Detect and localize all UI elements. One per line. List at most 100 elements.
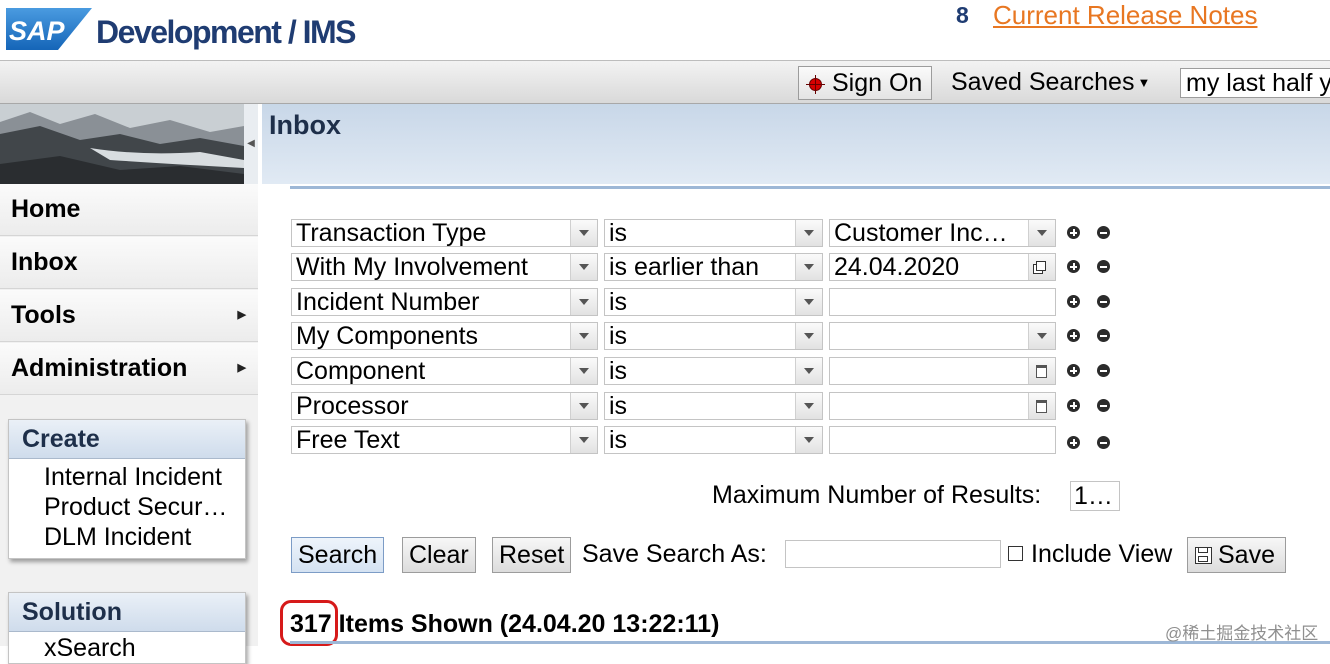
nav-item-home[interactable]: Home <box>0 184 258 236</box>
max-results-label: Maximum Number of Results: <box>712 481 1042 509</box>
criteria-operator-select[interactable]: is <box>604 219 823 247</box>
nav-item-label: Administration <box>11 354 188 382</box>
chevron-down-icon[interactable] <box>795 289 822 315</box>
chevron-down-icon[interactable] <box>570 289 597 315</box>
field-value: Transaction Type <box>296 219 487 247</box>
chevron-down-icon[interactable] <box>570 220 597 246</box>
incident-number-input[interactable] <box>829 288 1056 316</box>
criteria-value-select[interactable]: Customer Inc… <box>829 219 1056 247</box>
criteria-field-select[interactable]: With My Involvement <box>291 253 598 281</box>
add-row-icon[interactable] <box>1067 329 1080 342</box>
date-input[interactable]: 24.04.2020 <box>829 253 1056 281</box>
chevron-down-icon[interactable] <box>570 323 597 349</box>
clear-button[interactable]: Clear <box>402 537 476 573</box>
criteria-operator-select[interactable]: is <box>604 392 823 420</box>
free-text-input[interactable] <box>829 426 1056 454</box>
value-help-icon[interactable] <box>1028 393 1055 419</box>
processor-picker-input[interactable] <box>829 392 1056 420</box>
include-view-checkbox[interactable] <box>1008 546 1023 561</box>
nav-item-inbox[interactable]: Inbox <box>0 237 258 289</box>
chevron-down-icon[interactable] <box>795 393 822 419</box>
criteria-operator-select[interactable]: is <box>604 357 823 385</box>
reset-button[interactable]: Reset <box>492 537 572 573</box>
remove-row-icon[interactable] <box>1097 329 1110 342</box>
criteria-field-select[interactable]: Transaction Type <box>291 219 598 247</box>
divider <box>290 186 1330 189</box>
field-value: Free Text <box>296 426 400 454</box>
nav-item-label: Home <box>11 195 81 223</box>
add-row-icon[interactable] <box>1067 399 1080 412</box>
chevron-down-icon[interactable] <box>570 393 597 419</box>
release-notes-link[interactable]: Current Release Notes <box>993 0 1257 31</box>
save-button[interactable]: Save <box>1187 537 1286 573</box>
criteria-value: Customer Inc… <box>834 219 1008 247</box>
chevron-down-icon[interactable] <box>570 427 597 453</box>
solution-panel: Solution xSearch <box>8 592 246 664</box>
criteria-field-select[interactable]: Processor <box>291 392 598 420</box>
component-picker-input[interactable] <box>829 357 1056 385</box>
search-button[interactable]: Search <box>291 537 385 573</box>
nav-item-label: Inbox <box>11 248 78 276</box>
chevron-down-icon[interactable] <box>570 358 597 384</box>
criteria-field-select[interactable]: Free Text <box>291 426 598 454</box>
add-row-icon[interactable] <box>1067 226 1080 239</box>
remove-row-icon[interactable] <box>1097 295 1110 308</box>
operator-value: is <box>609 288 628 316</box>
operator-value: is earlier than <box>609 253 760 281</box>
chevron-down-icon[interactable] <box>795 358 822 384</box>
create-dlm-incident-link[interactable]: DLM Incident <box>9 522 245 552</box>
create-product-security-link[interactable]: Product Secur… <box>9 492 245 522</box>
remove-row-icon[interactable] <box>1097 436 1110 449</box>
max-results-input[interactable]: 1… <box>1070 481 1120 511</box>
saved-searches-label: Saved Searches <box>951 68 1135 96</box>
add-row-icon[interactable] <box>1067 260 1080 273</box>
remove-row-icon[interactable] <box>1097 226 1110 239</box>
criteria-value-select[interactable] <box>829 322 1056 350</box>
criteria-operator-select[interactable]: is <box>604 322 823 350</box>
chevron-down-icon[interactable] <box>795 254 822 280</box>
sidebar-landscape-image <box>0 104 244 184</box>
nav-item-administration[interactable]: Administration ▶ <box>0 343 258 395</box>
saved-search-field[interactable]: my last half y <box>1180 68 1330 98</box>
saved-searches-menu[interactable]: Saved Searches ▼ <box>951 68 1150 97</box>
remove-row-icon[interactable] <box>1097 399 1110 412</box>
add-row-icon[interactable] <box>1067 436 1080 449</box>
chevron-down-icon[interactable] <box>1028 220 1055 246</box>
criteria-operator-select[interactable]: is <box>604 426 823 454</box>
inbox-header-bar <box>262 104 1330 184</box>
remove-row-icon[interactable] <box>1097 364 1110 377</box>
solution-xsearch-link[interactable]: xSearch <box>9 633 245 663</box>
results-summary: 317 Items Shown (24.04.20 13:22:11) <box>290 610 719 639</box>
create-panel-title: Create <box>9 420 245 459</box>
add-row-icon[interactable] <box>1067 295 1080 308</box>
add-row-icon[interactable] <box>1067 364 1080 377</box>
remove-row-icon[interactable] <box>1097 260 1110 273</box>
sign-on-button[interactable]: Sign On <box>798 66 932 100</box>
criteria-field-select[interactable]: Component <box>291 357 598 385</box>
save-button-label: Save <box>1218 541 1275 569</box>
chevron-down-icon[interactable] <box>795 427 822 453</box>
calendar-icon[interactable] <box>1028 254 1055 280</box>
nav-item-tools[interactable]: Tools ▶ <box>0 290 258 342</box>
chevron-down-icon[interactable] <box>795 220 822 246</box>
chevron-down-icon[interactable] <box>795 323 822 349</box>
collapse-sidebar-toggle[interactable]: ◀ <box>244 104 258 184</box>
sign-on-icon <box>806 75 825 94</box>
sign-on-label: Sign On <box>832 69 923 97</box>
chevron-right-icon: ▶ <box>237 362 246 374</box>
nav-item-label: Tools <box>11 301 76 329</box>
criteria-operator-select[interactable]: is <box>604 288 823 316</box>
results-text: Items Shown (24.04.20 13:22:11) <box>338 610 720 638</box>
sap-logo: SAP <box>6 8 92 50</box>
value-help-icon[interactable] <box>1028 358 1055 384</box>
criteria-field-select[interactable]: My Components <box>291 322 598 350</box>
chevron-down-icon[interactable] <box>1028 323 1055 349</box>
field-value: Component <box>296 357 426 385</box>
field-value: My Components <box>296 322 479 350</box>
save-search-name-input[interactable] <box>785 540 1001 568</box>
create-internal-incident-link[interactable]: Internal Incident <box>9 462 245 492</box>
criteria-field-select[interactable]: Incident Number <box>291 288 598 316</box>
criteria-operator-select[interactable]: is earlier than <box>604 253 823 281</box>
highlight-annotation <box>280 600 338 646</box>
chevron-down-icon[interactable] <box>570 254 597 280</box>
